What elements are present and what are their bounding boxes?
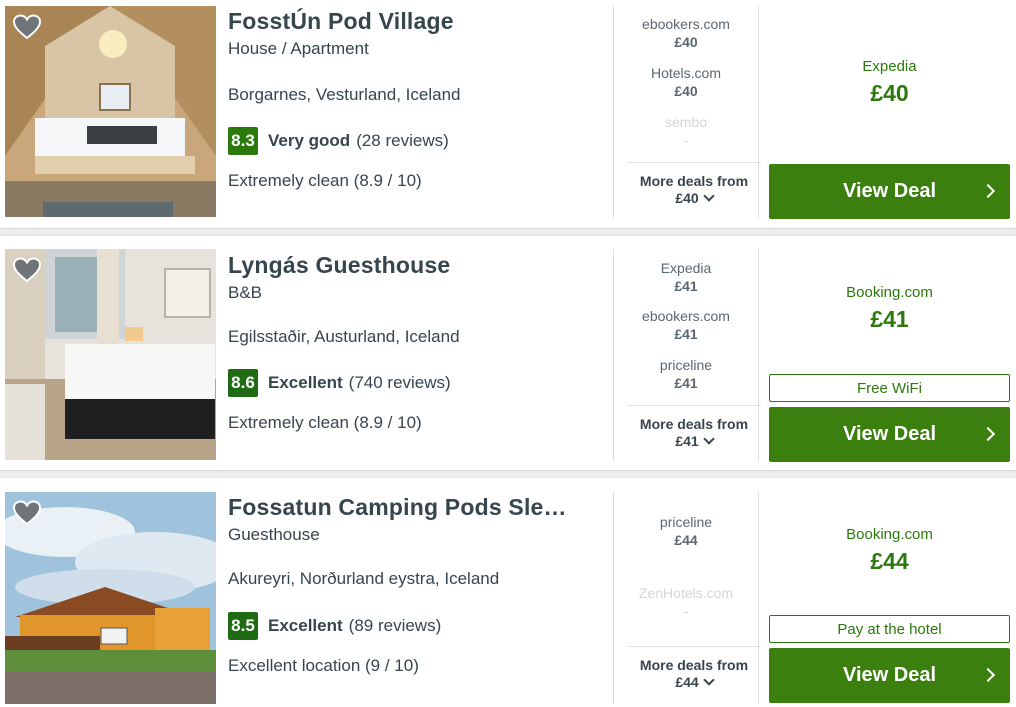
- hotel-type: Guesthouse: [228, 525, 320, 544]
- hotel-photo[interactable]: [5, 249, 216, 460]
- deal-price: £40: [674, 83, 698, 99]
- deal-item[interactable]: Expedia £41: [614, 260, 758, 294]
- review-count: (740 reviews): [348, 373, 451, 392]
- chevron-right-icon: [980, 183, 996, 199]
- deal-price: -: [683, 132, 689, 148]
- view-deal-button[interactable]: View Deal: [769, 648, 1010, 703]
- deal-item[interactable]: priceline £41: [614, 357, 758, 391]
- review-count: (89 reviews): [348, 616, 442, 635]
- rating[interactable]: 8.3 Very good (28 reviews): [228, 127, 449, 155]
- deal-site: priceline: [659, 357, 713, 373]
- hotel-location: Egilsstaðir, Austurland, Iceland: [228, 327, 460, 346]
- more-deals-button[interactable]: More deals from £40: [627, 162, 761, 206]
- best-deal-price[interactable]: £40: [769, 80, 1010, 107]
- deal-item[interactable]: Hotels.com £40: [614, 65, 758, 99]
- hotel-type: B&B: [228, 283, 263, 302]
- hotel-name[interactable]: FosstÚn Pod Village: [228, 8, 600, 35]
- subrating: Excellent location (9 / 10): [228, 656, 419, 675]
- hotel-photo[interactable]: [5, 6, 216, 217]
- deal-site: ZenHotels.com: [638, 585, 734, 601]
- hotel-location: Borgarnes, Vesturland, Iceland: [228, 85, 461, 104]
- best-deal-site[interactable]: Booking.com: [769, 284, 1010, 301]
- hotel-photo[interactable]: [5, 492, 216, 704]
- more-deals-price: £41: [675, 433, 699, 449]
- score-badge: 8.3: [228, 127, 258, 155]
- best-deal-price[interactable]: £44: [769, 548, 1010, 575]
- deal-item: ZenHotels.com -: [614, 585, 758, 619]
- deal-price: £41: [674, 375, 698, 391]
- hotel-info: Fossatun Camping Pods Sle… Guesthouse: [228, 494, 600, 545]
- deal-site: priceline: [659, 514, 713, 530]
- heart-icon[interactable]: [13, 14, 41, 40]
- deal-item: sembo -: [614, 114, 758, 148]
- deal-item[interactable]: priceline £44: [614, 514, 758, 548]
- card-separator: [0, 470, 1016, 478]
- hotel-info: Lyngás Guesthouse B&B: [228, 252, 600, 303]
- deal-site: Expedia: [660, 260, 712, 276]
- hotel-card: Lyngás Guesthouse B&B Egilsstaðir, Austu…: [0, 236, 1016, 470]
- hotel-card: FosstÚn Pod Village House / Apartment Bo…: [0, 0, 1016, 228]
- more-deals-price: £44: [675, 674, 699, 690]
- rating[interactable]: 8.5 Excellent (89 reviews): [228, 612, 441, 640]
- hotel-type: House / Apartment: [228, 39, 369, 58]
- deal-item[interactable]: ebookers.com £40: [614, 16, 758, 50]
- rating-word: Very good: [268, 131, 351, 150]
- more-deals-label: More deals from: [639, 416, 749, 432]
- deal-site: ebookers.com: [642, 308, 730, 324]
- deal-price: -: [683, 603, 689, 619]
- view-deal-label: View Deal: [842, 423, 937, 445]
- deal-price: £41: [674, 326, 698, 342]
- best-deal-price[interactable]: £41: [769, 306, 1010, 333]
- rating[interactable]: 8.6 Excellent (740 reviews): [228, 369, 451, 397]
- deal-site: ebookers.com: [642, 16, 730, 32]
- more-deals-label: More deals from: [639, 173, 749, 189]
- hotel-location: Akureyri, Norðurland eystra, Iceland: [228, 569, 500, 588]
- deal-item[interactable]: ebookers.com £41: [614, 308, 758, 342]
- amenity-tag: Pay at the hotel: [769, 615, 1010, 643]
- card-separator: [0, 228, 1016, 236]
- chevron-down-icon: [703, 674, 715, 686]
- more-deals-button[interactable]: More deals from £44: [627, 646, 761, 690]
- best-deal-site[interactable]: Expedia: [769, 58, 1010, 75]
- subrating: Extremely clean (8.9 / 10): [228, 413, 422, 432]
- score-badge: 8.5: [228, 612, 258, 640]
- hotel-name[interactable]: Fossatun Camping Pods Sle…: [228, 494, 600, 521]
- amenity-tag: Free WiFi: [769, 374, 1010, 402]
- deal-site: Hotels.com: [650, 65, 722, 81]
- deal-price: £41: [674, 278, 698, 294]
- view-deal-button[interactable]: View Deal: [769, 164, 1010, 219]
- view-deal-label: View Deal: [842, 180, 937, 202]
- best-deal-site[interactable]: Booking.com: [769, 526, 1010, 543]
- review-count: (28 reviews): [356, 131, 449, 150]
- rating-word: Excellent: [268, 373, 343, 392]
- deal-price: £40: [674, 34, 698, 50]
- heart-icon[interactable]: [13, 500, 41, 526]
- chevron-right-icon: [980, 667, 996, 683]
- view-deal-button[interactable]: View Deal: [769, 407, 1010, 462]
- heart-icon[interactable]: [13, 257, 41, 283]
- chevron-down-icon: [703, 433, 715, 445]
- hotel-card: Fossatun Camping Pods Sle… Guesthouse Ak…: [0, 478, 1016, 707]
- more-deals-button[interactable]: More deals from £41: [627, 405, 761, 449]
- deal-site: sembo: [664, 114, 708, 130]
- hotel-info: FosstÚn Pod Village House / Apartment: [228, 8, 600, 59]
- more-deals-price: £40: [675, 190, 699, 206]
- subrating: Extremely clean (8.9 / 10): [228, 171, 422, 190]
- hotel-name[interactable]: Lyngás Guesthouse: [228, 252, 600, 279]
- more-deals-label: More deals from: [639, 657, 749, 673]
- chevron-right-icon: [980, 426, 996, 442]
- chevron-down-icon: [703, 190, 715, 202]
- deal-price: £44: [674, 532, 698, 548]
- score-badge: 8.6: [228, 369, 258, 397]
- view-deal-label: View Deal: [842, 664, 937, 686]
- rating-word: Excellent: [268, 616, 343, 635]
